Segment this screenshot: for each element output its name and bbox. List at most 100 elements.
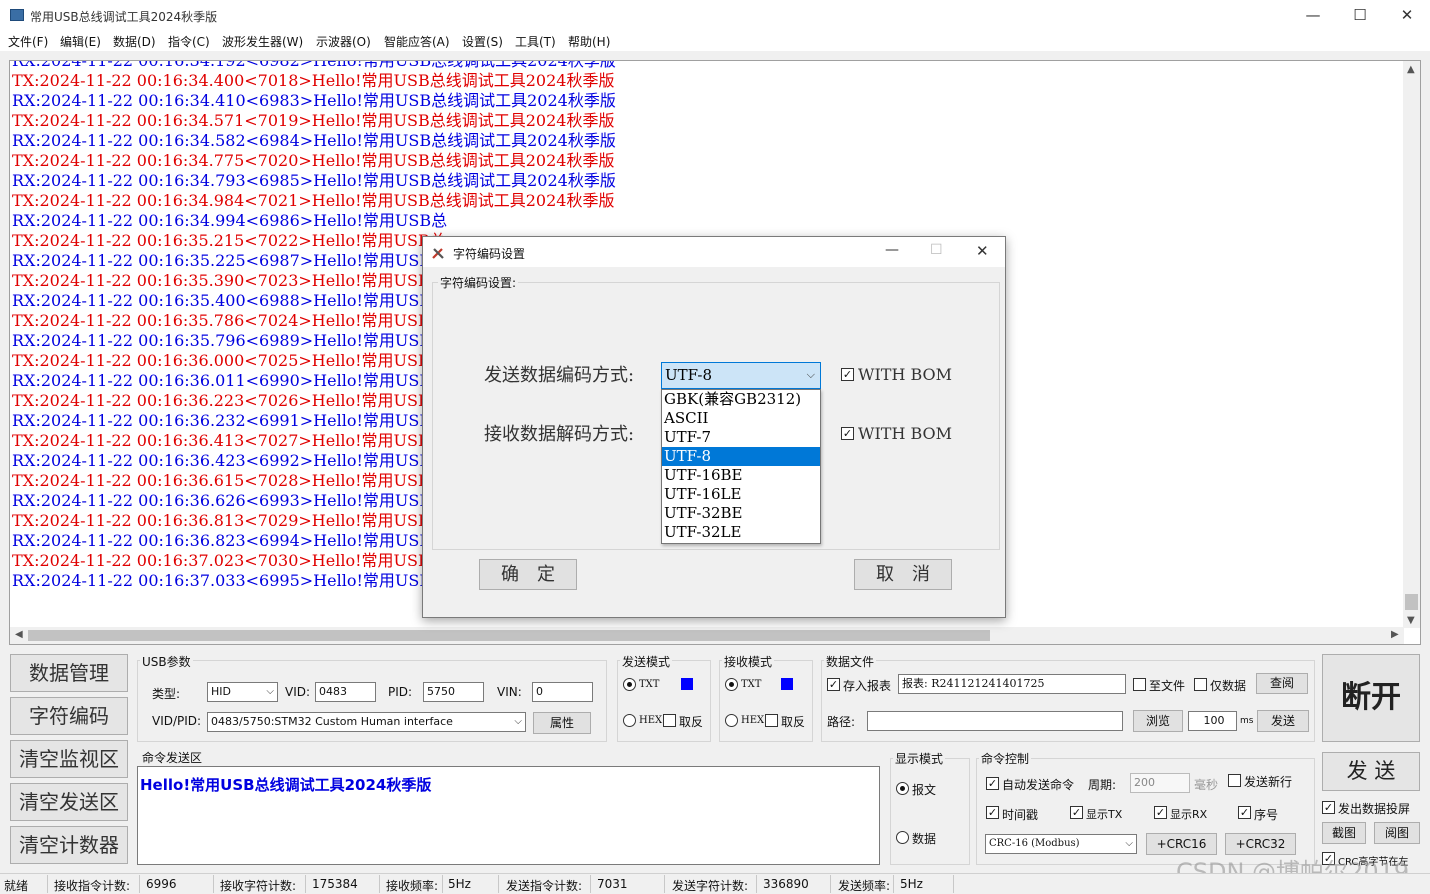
auto-send-checkbox[interactable]: ✓ bbox=[986, 777, 999, 790]
send-char-value: 336890 bbox=[763, 877, 809, 891]
dialog-maximize-button: ☐ bbox=[930, 242, 943, 258]
recv-txt-radio[interactable] bbox=[725, 678, 738, 691]
path-input[interactable] bbox=[867, 711, 1123, 731]
status-divider bbox=[498, 875, 499, 893]
to-file-checkbox[interactable] bbox=[1133, 678, 1146, 691]
vid-label: VID: bbox=[285, 685, 311, 699]
send-newline-checkbox[interactable] bbox=[1228, 774, 1241, 787]
menu-oscilloscope[interactable]: 示波器(O) bbox=[316, 33, 371, 50]
horizontal-scroll-thumb[interactable] bbox=[28, 630, 990, 641]
vidpid-label: VID/PID: bbox=[152, 714, 202, 728]
menu-edit[interactable]: 编辑(E) bbox=[60, 33, 101, 50]
save-report-checkbox[interactable]: ✓ bbox=[827, 678, 840, 691]
crc-select[interactable]: CRC-16 (Modbus) ⌵ bbox=[985, 834, 1137, 854]
status-divider bbox=[590, 875, 591, 893]
clear-monitor-button[interactable]: 清空监视区 bbox=[10, 740, 128, 778]
send-hex-radio[interactable] bbox=[623, 714, 636, 727]
close-button[interactable]: ✕ bbox=[1384, 0, 1430, 31]
seq-checkbox[interactable]: ✓ bbox=[1238, 806, 1251, 819]
log-line: RX:2024-11-22 00:16:34.793<6985>Hello!常用… bbox=[12, 171, 616, 190]
display-data-radio[interactable] bbox=[896, 831, 909, 844]
interval-input[interactable]: 100 bbox=[1188, 711, 1237, 731]
send-txt-radio[interactable] bbox=[623, 678, 636, 691]
char-encoding-button[interactable]: 字符编码 bbox=[10, 697, 128, 735]
display-report-radio[interactable] bbox=[896, 782, 909, 795]
send-button[interactable]: 发 送 bbox=[1322, 752, 1420, 791]
recv-hex-radio[interactable] bbox=[725, 714, 738, 727]
file-send-button[interactable]: 发送 bbox=[1257, 710, 1309, 732]
menu-waveform[interactable]: 波形发生器(W) bbox=[222, 33, 303, 50]
timestamp-checkbox[interactable]: ✓ bbox=[986, 806, 999, 819]
view-report-button[interactable]: 查阅 bbox=[1256, 673, 1308, 694]
menu-settings[interactable]: 设置(S) bbox=[462, 33, 503, 50]
period-input[interactable]: 200 bbox=[1130, 773, 1190, 793]
menu-data[interactable]: 数据(D) bbox=[113, 33, 156, 50]
recv-color-swatch[interactable] bbox=[781, 678, 793, 690]
period-label: 周期: bbox=[1088, 778, 1117, 792]
command-textarea[interactable]: Hello!常用USB总线调试工具2024秋季版 bbox=[137, 766, 880, 865]
menu-help[interactable]: 帮助(H) bbox=[568, 33, 610, 50]
screen-send-checkbox[interactable]: ✓ bbox=[1322, 801, 1335, 814]
data-only-label: 仅数据 bbox=[1210, 679, 1247, 693]
vertical-scrollbar[interactable]: ▲ ▼ bbox=[1403, 61, 1420, 628]
show-tx-checkbox[interactable]: ✓ bbox=[1070, 806, 1083, 819]
recv-invert-checkbox[interactable] bbox=[765, 714, 778, 727]
status-divider bbox=[213, 875, 214, 893]
vertical-scroll-thumb[interactable] bbox=[1405, 594, 1418, 610]
command-text: Hello!常用USB总线调试工具2024秋季版 bbox=[140, 776, 432, 794]
vid-input[interactable]: 0483 bbox=[315, 682, 376, 702]
menu-auto-reply[interactable]: 智能应答(A) bbox=[384, 33, 450, 50]
encoding-option[interactable]: UTF-32LE bbox=[662, 523, 820, 542]
recv-mode-label: 接收模式 bbox=[722, 653, 775, 670]
encoding-option[interactable]: GBK(兼容GB2312) bbox=[662, 390, 820, 409]
send-encoding-select[interactable]: UTF-8 ⌵ bbox=[661, 362, 821, 389]
clear-counter-button[interactable]: 清空计数器 bbox=[10, 826, 128, 864]
status-divider bbox=[379, 875, 380, 893]
type-select[interactable]: HID ⌵ bbox=[207, 682, 278, 702]
cancel-button[interactable]: 取 消 bbox=[854, 559, 952, 590]
data-manage-button[interactable]: 数据管理 bbox=[10, 654, 128, 692]
report-name-input[interactable]: 报表: R241121241401725 bbox=[898, 674, 1126, 694]
status-divider bbox=[442, 875, 443, 893]
encoding-option-selected[interactable]: UTF-8 bbox=[662, 447, 820, 466]
encoding-option[interactable]: UTF-32BE bbox=[662, 504, 820, 523]
properties-button[interactable]: 属性 bbox=[533, 712, 591, 734]
vidpid-select[interactable]: 0483/5750:STM32 Custom Human interface ⌵ bbox=[207, 712, 526, 732]
send-cmd-value: 7031 bbox=[597, 877, 628, 891]
encoding-option[interactable]: UTF-16LE bbox=[662, 485, 820, 504]
horizontal-scrollbar[interactable]: ◀ ▶ bbox=[10, 627, 1404, 644]
scroll-down-icon[interactable]: ▼ bbox=[1407, 615, 1415, 626]
send-invert-checkbox[interactable] bbox=[663, 714, 676, 727]
menu-command[interactable]: 指令(C) bbox=[168, 33, 210, 50]
menu-tools[interactable]: 工具(T) bbox=[515, 33, 556, 50]
scroll-up-icon[interactable]: ▲ bbox=[1407, 64, 1415, 75]
recv-bom-checkbox[interactable]: ✓ bbox=[841, 427, 854, 440]
usb-params-label: USB参数 bbox=[140, 653, 193, 670]
scroll-right-icon[interactable]: ▶ bbox=[1391, 629, 1399, 640]
ok-button[interactable]: 确 定 bbox=[479, 559, 577, 590]
send-color-swatch[interactable] bbox=[681, 678, 693, 690]
vin-input[interactable]: 0 bbox=[532, 682, 593, 702]
encoding-option[interactable]: ASCII bbox=[662, 409, 820, 428]
clear-send-button[interactable]: 清空发送区 bbox=[10, 783, 128, 821]
disconnect-button[interactable]: 断开 bbox=[1322, 654, 1420, 742]
path-label: 路径: bbox=[827, 715, 856, 729]
minimize-button[interactable]: — bbox=[1290, 0, 1336, 31]
encoding-dropdown-list[interactable]: GBK(兼容GB2312) ASCII UTF-7 UTF-8 UTF-16BE… bbox=[661, 389, 821, 544]
dialog-minimize-button[interactable]: — bbox=[885, 242, 899, 258]
encoding-option[interactable]: UTF-7 bbox=[662, 428, 820, 447]
encoding-option[interactable]: UTF-16BE bbox=[662, 466, 820, 485]
menu-file[interactable]: 文件(F) bbox=[8, 33, 48, 50]
pid-input[interactable]: 5750 bbox=[423, 682, 484, 702]
maximize-button[interactable]: ☐ bbox=[1337, 0, 1383, 31]
send-bom-checkbox[interactable]: ✓ bbox=[841, 368, 854, 381]
pid-label: PID: bbox=[388, 685, 413, 699]
show-rx-checkbox[interactable]: ✓ bbox=[1154, 806, 1167, 819]
dialog-close-button[interactable]: ✕ bbox=[976, 242, 989, 260]
view-image-button[interactable]: 阅图 bbox=[1374, 822, 1420, 844]
screenshot-button[interactable]: 截图 bbox=[1322, 822, 1366, 844]
browse-button[interactable]: 浏览 bbox=[1133, 710, 1183, 732]
dialog-title: 字符编码设置 bbox=[453, 247, 526, 261]
data-only-checkbox[interactable] bbox=[1194, 678, 1207, 691]
scroll-left-icon[interactable]: ◀ bbox=[15, 629, 23, 640]
